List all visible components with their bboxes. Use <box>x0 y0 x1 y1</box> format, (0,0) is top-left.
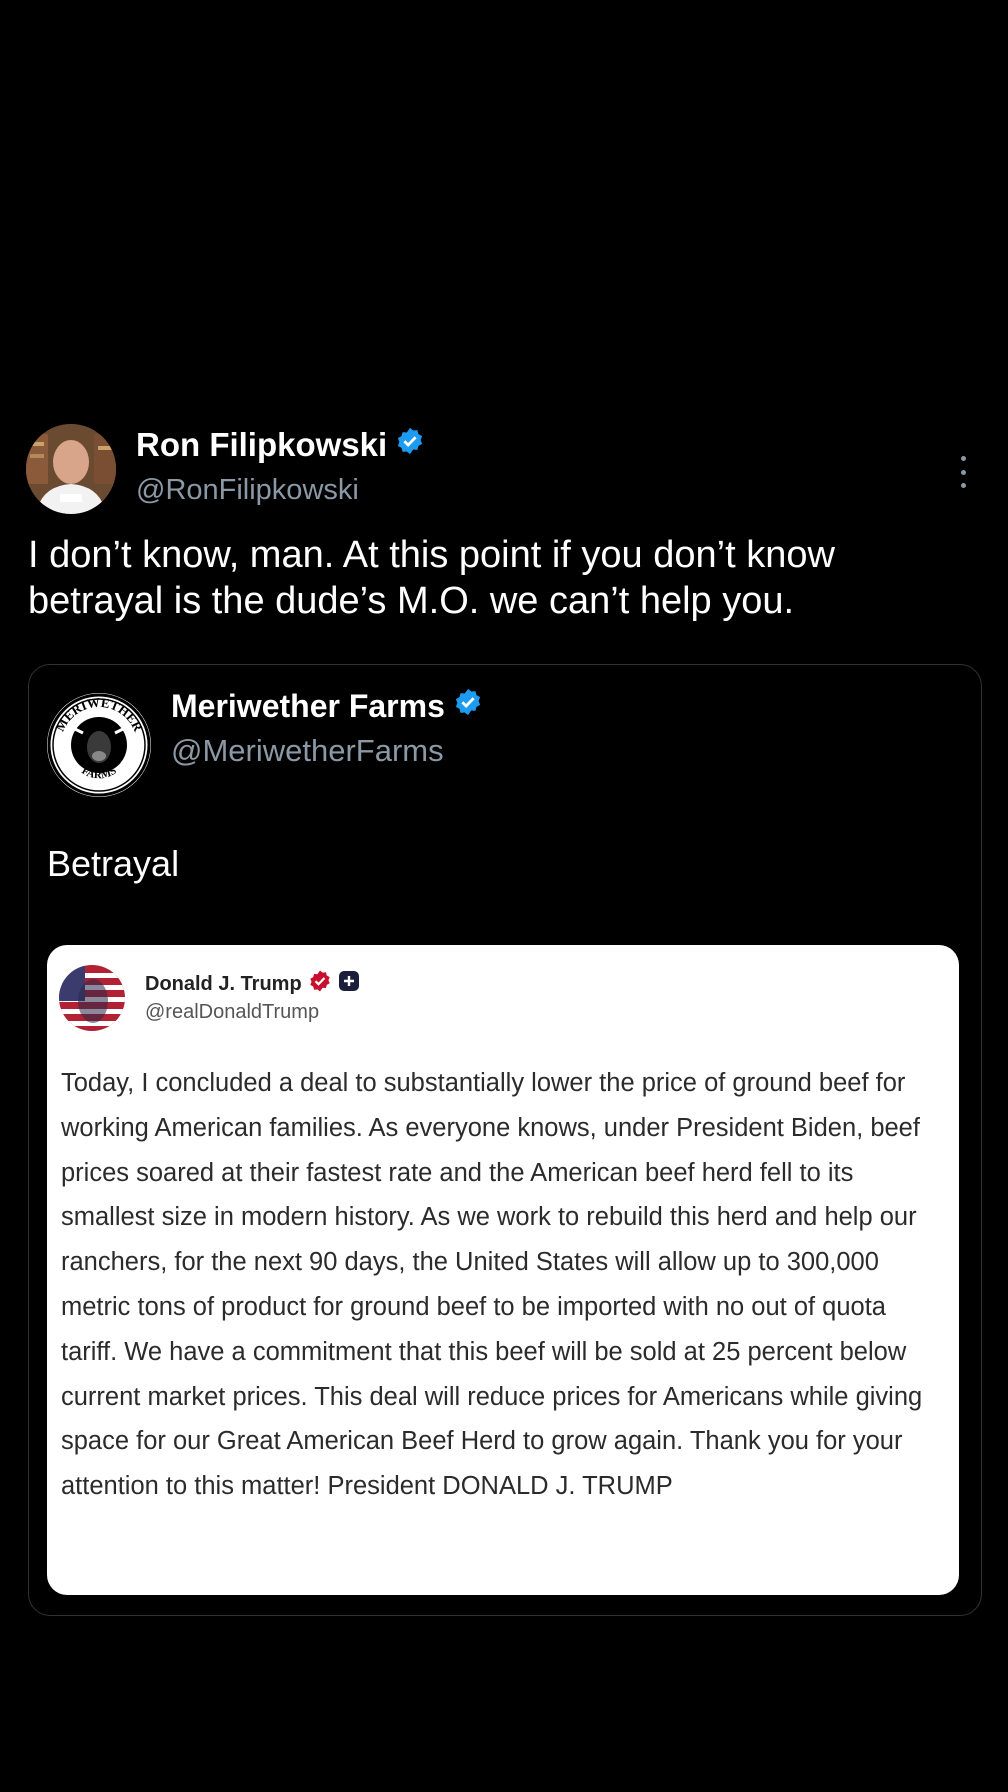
embedded-author-name-row: Donald J. Trump <box>145 969 360 999</box>
embedded-post-image[interactable]: Donald J. Trump @realDonaldTrump Today, … <box>47 945 959 1595</box>
meriwether-farms-logo[interactable]: MERIWETHER FARMS <box>47 693 151 797</box>
author-avatar[interactable] <box>26 424 116 514</box>
quoted-author-name-row: Meriwether Farms <box>171 687 483 725</box>
quoted-author-handle[interactable]: @MeriwetherFarms <box>171 733 444 769</box>
embedded-author-name: Donald J. Trump <box>145 972 302 995</box>
quoted-author-name[interactable]: Meriwether Farms <box>171 688 445 725</box>
tweet-text: I don’t know, man. At this point if you … <box>28 534 835 622</box>
trump-avatar <box>59 965 125 1031</box>
quoted-tweet[interactable]: MERIWETHER FARMS Meriwether Farms @Meriw… <box>28 664 982 1616</box>
more-options-icon[interactable] <box>958 456 968 488</box>
quoted-tweet-text: Betrayal <box>47 843 180 884</box>
author-name-row: Ron Filipkowski <box>136 426 425 464</box>
author-handle[interactable]: @RonFilipkowski <box>136 474 359 507</box>
plus-badge-icon <box>338 970 360 998</box>
author-name[interactable]: Ron Filipkowski <box>136 426 387 464</box>
verified-badge-icon <box>395 426 425 464</box>
verified-badge-icon <box>308 969 332 999</box>
embedded-post-text: Today, I concluded a deal to substantial… <box>61 1069 923 1501</box>
embedded-author-handle: @realDonaldTrump <box>145 1001 320 1023</box>
verified-badge-icon <box>453 687 483 725</box>
